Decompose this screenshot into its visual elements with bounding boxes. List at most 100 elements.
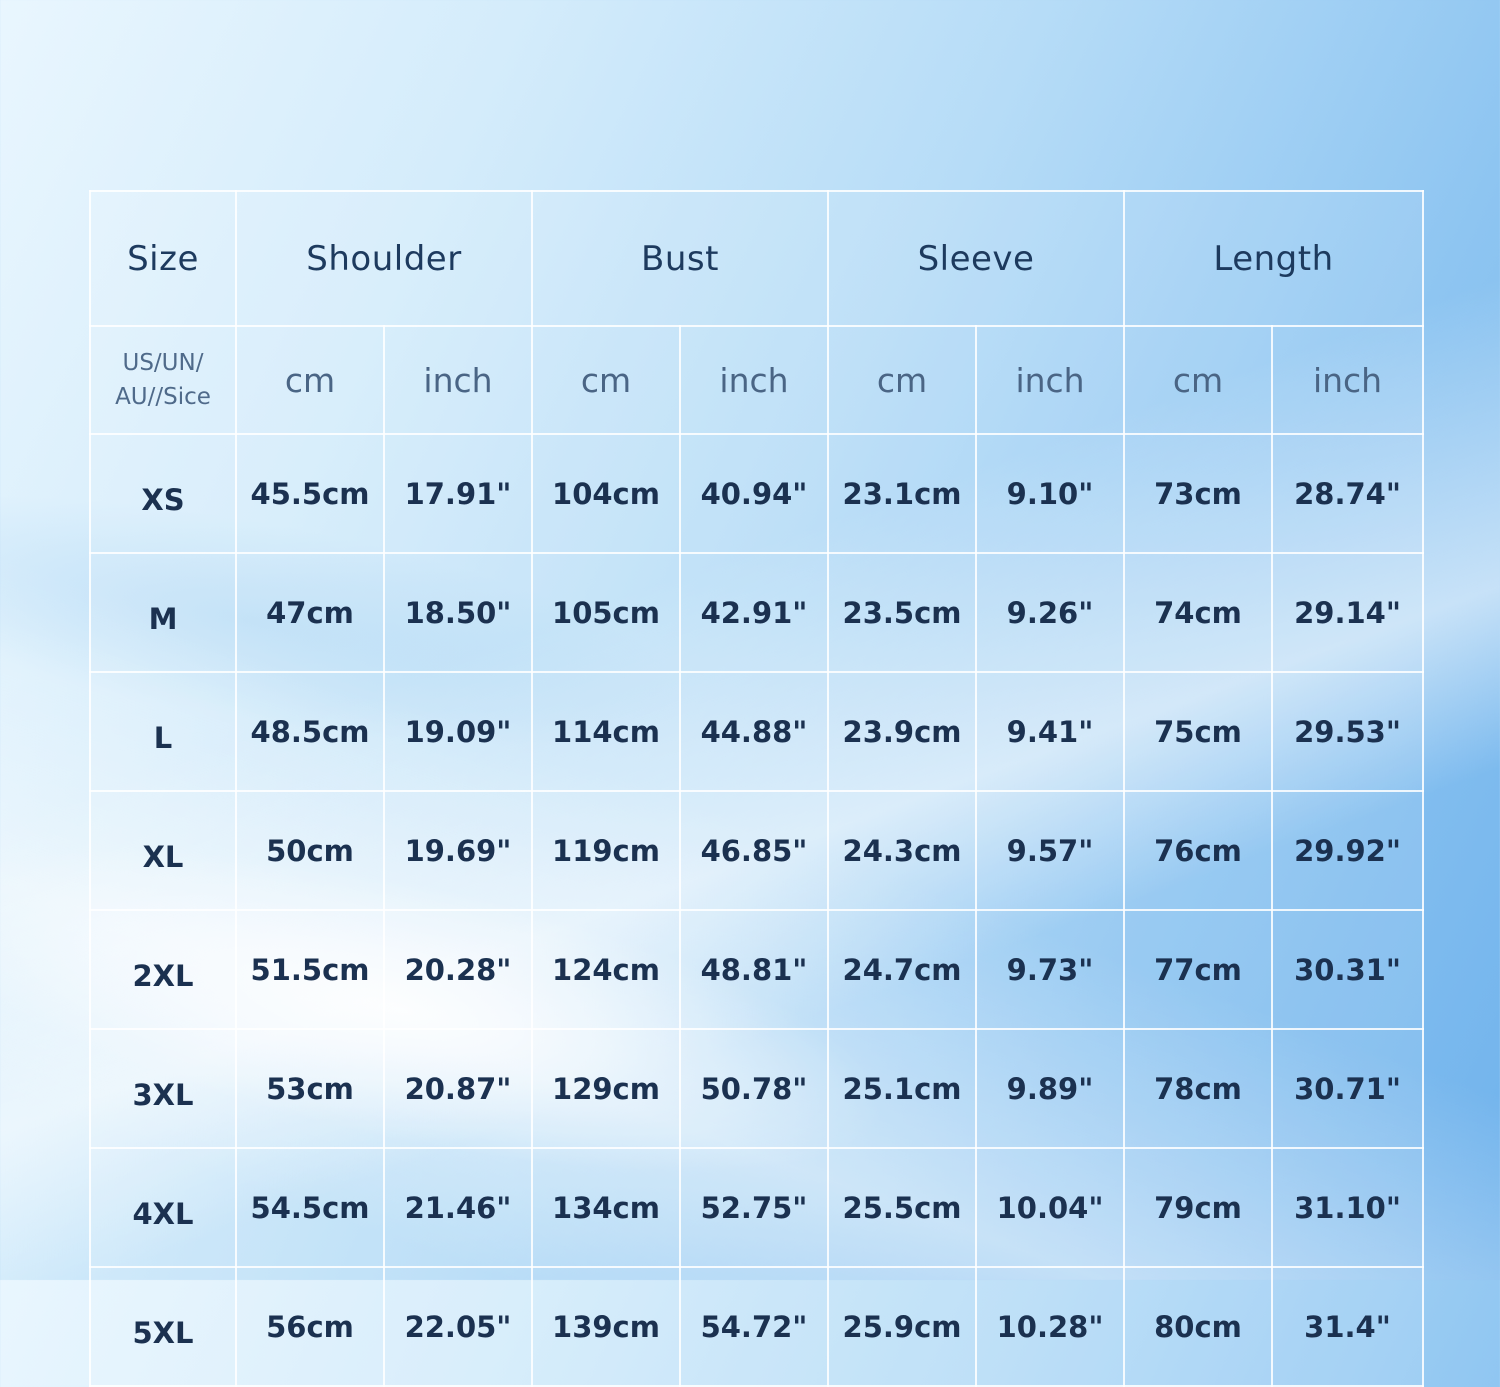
- sleeve-cm-cell: 23.5cm: [827, 552, 978, 673]
- size-standard-label-line-2: AU//Sice: [115, 384, 211, 410]
- length-inch-cell: 29.14": [1271, 552, 1425, 673]
- bust-inch-cell: 52.75": [678, 1147, 830, 1268]
- size-chart-table: Size Shoulder Bust Sleeve Length US/UN/ …: [89, 190, 1425, 1387]
- table-row: 3XL 53cm 20.87" 129cm 50.78" 25.1cm 9.89" 78cm 3…: [89, 1028, 1425, 1149]
- shoulder-cm-cell: 45.5cm: [235, 433, 385, 554]
- shoulder-cm-cell: 53cm: [235, 1028, 385, 1149]
- bust-cm-cell: 105cm: [531, 552, 681, 673]
- sleeve-inch-cell: 9.89": [975, 1028, 1126, 1149]
- length-cm-cell: 77cm: [1123, 909, 1274, 1030]
- size-cell: M: [89, 552, 237, 673]
- size-cell: 3XL: [89, 1028, 237, 1149]
- sleeve-cm-cell: 25.5cm: [827, 1147, 978, 1268]
- sleeve-inch-cell: 9.73": [975, 909, 1126, 1030]
- shoulder-cm-cell: 51.5cm: [235, 909, 385, 1030]
- size-column-header: Size: [89, 190, 237, 327]
- shoulder-cm-cell: 48.5cm: [235, 671, 385, 792]
- shoulder-inch-cell: 19.69": [383, 790, 533, 911]
- shoulder-inch-cell: 17.91": [383, 433, 533, 554]
- bust-inch-cell: 40.94": [678, 433, 830, 554]
- unit-header-row: US/UN/ AU//Sice cm inch cm inch cm inch …: [89, 325, 1425, 435]
- table-row: 5XL 56cm 22.05" 139cm 54.72" 25.9cm 10.28" 80cm…: [89, 1266, 1425, 1387]
- sleeve-cm-cell: 25.1cm: [827, 1028, 978, 1149]
- length-inch-cell: 31.10": [1271, 1147, 1425, 1268]
- shoulder-cm-cell: 50cm: [235, 790, 385, 911]
- length-inch-cell: 28.74": [1271, 433, 1425, 554]
- length-cm-cell: 78cm: [1123, 1028, 1274, 1149]
- sleeve-inch-cell: 9.10": [975, 433, 1126, 554]
- sleeve-cm-cell: 24.3cm: [827, 790, 978, 911]
- unit-label: inch: [1271, 325, 1425, 435]
- unit-label: cm: [827, 325, 978, 435]
- bust-header: Bust: [530, 190, 830, 327]
- sleeve-inch-cell: 10.28": [975, 1266, 1126, 1387]
- sleeve-inch-cell: 10.04": [975, 1147, 1126, 1268]
- length-cm-cell: 76cm: [1123, 790, 1274, 911]
- size-cell: L: [89, 671, 237, 792]
- length-header: Length: [1123, 190, 1425, 327]
- length-inch-cell: 30.31": [1271, 909, 1425, 1030]
- length-cm-cell: 75cm: [1123, 671, 1274, 792]
- sleeve-inch-cell: 9.57": [975, 790, 1126, 911]
- bust-cm-cell: 119cm: [531, 790, 681, 911]
- shoulder-inch-cell: 22.05": [383, 1266, 533, 1387]
- unit-label: cm: [1123, 325, 1274, 435]
- bust-cm-cell: 124cm: [531, 909, 681, 1030]
- measurement-header-row: Size Shoulder Bust Sleeve Length: [89, 190, 1425, 327]
- sleeve-header: Sleeve: [827, 190, 1126, 327]
- size-cell: 4XL: [89, 1147, 237, 1268]
- shoulder-inch-cell: 21.46": [383, 1147, 533, 1268]
- length-cm-cell: 79cm: [1123, 1147, 1274, 1268]
- table-row: 2XL 51.5cm 20.28" 124cm 48.81" 24.7cm 9.73" 77c…: [89, 909, 1425, 1030]
- bust-inch-cell: 50.78": [678, 1028, 830, 1149]
- bust-inch-cell: 44.88": [678, 671, 830, 792]
- unit-label: inch: [383, 325, 533, 435]
- bust-inch-cell: 42.91": [678, 552, 830, 673]
- shoulder-cm-cell: 54.5cm: [235, 1147, 385, 1268]
- length-inch-cell: 29.53": [1271, 671, 1425, 792]
- length-inch-cell: 29.92": [1271, 790, 1425, 911]
- unit-label: inch: [678, 325, 830, 435]
- table-row: XS 45.5cm 17.91" 104cm 40.94" 23.1cm 9.10" 73cm…: [89, 433, 1425, 554]
- shoulder-inch-cell: 20.28": [383, 909, 533, 1030]
- unit-label: cm: [531, 325, 681, 435]
- table-row: 4XL 54.5cm 21.46" 134cm 52.75" 25.5cm 10.04" 79…: [89, 1147, 1425, 1268]
- bust-cm-cell: 139cm: [531, 1266, 681, 1387]
- bust-inch-cell: 46.85": [678, 790, 830, 911]
- bust-cm-cell: 104cm: [531, 433, 681, 554]
- shoulder-cm-cell: 47cm: [235, 552, 385, 673]
- size-cell: XS: [89, 433, 237, 554]
- unit-label: inch: [975, 325, 1126, 435]
- shoulder-cm-cell: 56cm: [235, 1266, 385, 1387]
- sleeve-cm-cell: 24.7cm: [827, 909, 978, 1030]
- bust-cm-cell: 129cm: [531, 1028, 681, 1149]
- length-cm-cell: 80cm: [1123, 1266, 1274, 1387]
- size-cell: 5XL: [89, 1266, 237, 1387]
- sleeve-cm-cell: 23.1cm: [827, 433, 978, 554]
- bust-cm-cell: 134cm: [531, 1147, 681, 1268]
- length-cm-cell: 74cm: [1123, 552, 1274, 673]
- table-row: M 47cm 18.50" 105cm 42.91" 23.5cm 9.26" 74cm 29.…: [89, 552, 1425, 673]
- bust-cm-cell: 114cm: [531, 671, 681, 792]
- length-cm-cell: 73cm: [1123, 433, 1274, 554]
- shoulder-inch-cell: 18.50": [383, 552, 533, 673]
- bust-inch-cell: 54.72": [678, 1266, 830, 1387]
- sleeve-inch-cell: 9.26": [975, 552, 1126, 673]
- size-standard-label-line-1: US/UN/: [122, 350, 204, 376]
- length-inch-cell: 31.4": [1271, 1266, 1425, 1387]
- size-cell: XL: [89, 790, 237, 911]
- sleeve-cm-cell: 25.9cm: [827, 1266, 978, 1387]
- shoulder-inch-cell: 19.09": [383, 671, 533, 792]
- sleeve-inch-cell: 9.41": [975, 671, 1126, 792]
- shoulder-header: Shoulder: [235, 190, 533, 327]
- table-row: L 48.5cm 19.09" 114cm 44.88" 23.9cm 9.41" 75cm 2…: [89, 671, 1425, 792]
- bust-inch-cell: 48.81": [678, 909, 830, 1030]
- table-row: XL 50cm 19.69" 119cm 46.85" 24.3cm 9.57" 76cm 29…: [89, 790, 1425, 911]
- shoulder-inch-cell: 20.87": [383, 1028, 533, 1149]
- size-standard-label: US/UN/ AU//Sice: [89, 325, 237, 435]
- unit-label: cm: [235, 325, 385, 435]
- length-inch-cell: 30.71": [1271, 1028, 1425, 1149]
- sleeve-cm-cell: 23.9cm: [827, 671, 978, 792]
- size-table-body: XS 45.5cm 17.91" 104cm 40.94" 23.1cm 9.10" 73cm…: [89, 433, 1425, 1387]
- size-cell: 2XL: [89, 909, 237, 1030]
